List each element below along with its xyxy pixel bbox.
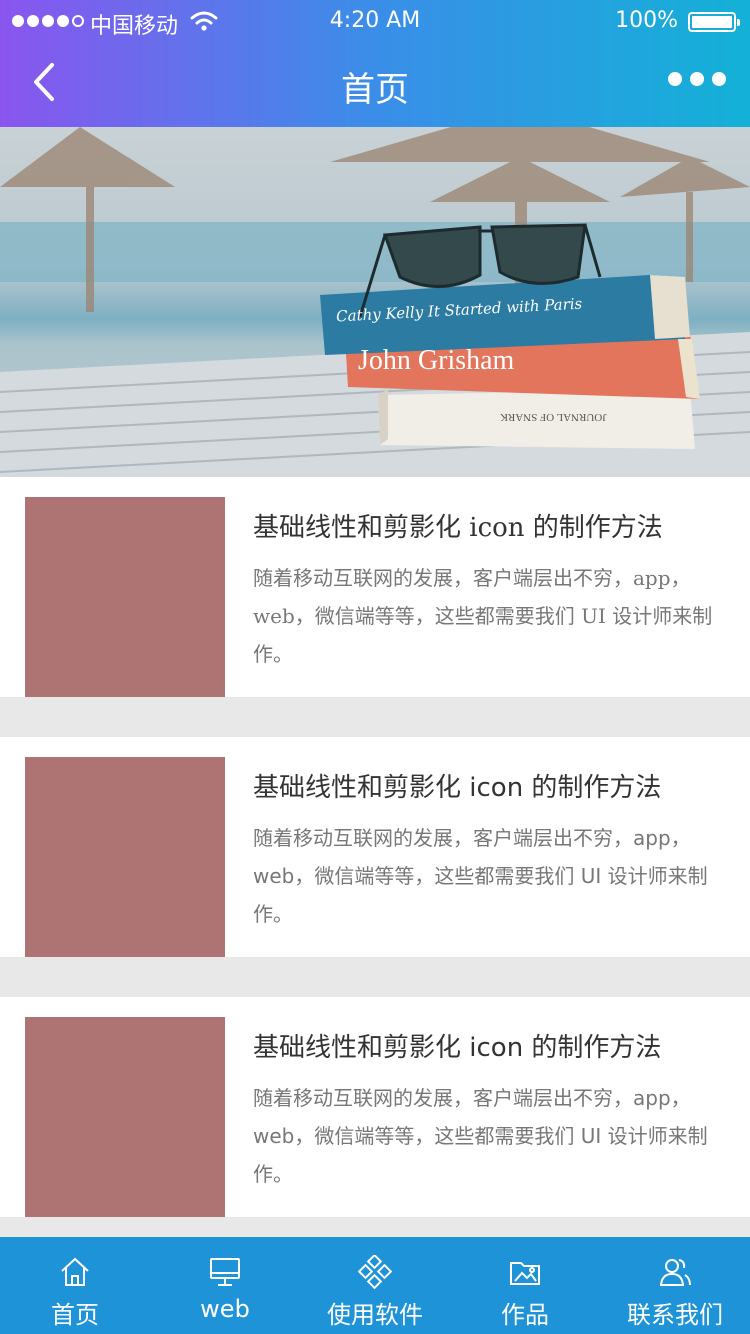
tab-label: web: [200, 1295, 250, 1323]
tab-bar: 首页 web 使用软件 作品 联系我们: [0, 1237, 750, 1334]
tab-home[interactable]: 首页: [0, 1237, 150, 1334]
users-icon: [659, 1259, 691, 1286]
tab-contact[interactable]: 联系我们: [600, 1237, 750, 1334]
tab-label: 使用软件: [327, 1301, 423, 1329]
list-item[interactable]: 基础线性和剪影化 icon 的制作方法 随着移动互联网的发展，客户端层出不穷，a…: [0, 997, 750, 1217]
home-icon: [61, 1257, 89, 1286]
article-description: 随着移动互联网的发展，客户端层出不穷，app，web，微信端等等，这些都需要我们…: [253, 826, 708, 926]
tab-web[interactable]: web: [150, 1237, 300, 1334]
article-title[interactable]: 基础线性和剪影化 icon 的制作方法: [253, 1027, 733, 1064]
more-dots-icon[interactable]: [668, 72, 726, 86]
tab-software[interactable]: 使用软件: [300, 1237, 450, 1334]
battery-icon: [688, 12, 740, 32]
article-thumbnail[interactable]: [25, 1017, 225, 1217]
tab-label: 作品: [501, 1301, 549, 1329]
book-spine-bottom: JOURNAL OF SNARK: [500, 411, 607, 423]
tab-works[interactable]: 作品: [450, 1237, 600, 1334]
monitor-icon: [210, 1258, 240, 1286]
folder-image-icon: [510, 1262, 540, 1285]
nav-bar: 首页: [0, 44, 750, 127]
page-title: 首页: [341, 70, 409, 110]
tab-label: 首页: [51, 1301, 99, 1329]
apps-grid-icon: [358, 1255, 392, 1289]
article-title[interactable]: 基础线性和剪影化 icon 的制作方法: [253, 767, 733, 804]
article-thumbnail[interactable]: [25, 497, 225, 697]
article-description: 随着移动互联网的发展，客户端层出不穷，app，web，微信端等等，这些都需要我们…: [253, 1086, 708, 1186]
app-header: 中国移动 4:20 AM 100% 首页: [0, 0, 750, 127]
list-item[interactable]: 基础线性和剪影化 icon 的制作方法 随着移动互联网的发展，客户端层出不穷，a…: [0, 737, 750, 957]
book-spine-middle: John Grisham: [358, 345, 515, 376]
hero-banner-image[interactable]: Cathy Kelly It Started with Paris John G…: [0, 127, 750, 477]
article-title[interactable]: 基础线性和剪影化 icon 的制作方法: [253, 507, 733, 544]
article-thumbnail[interactable]: [25, 757, 225, 957]
hero-illustration: [0, 127, 750, 477]
status-bar: 中国移动 4:20 AM 100%: [0, 0, 750, 44]
tab-label: 联系我们: [627, 1301, 723, 1329]
article-description: 随着移动互联网的发展，客户端层出不穷，app，web，微信端等等，这些都需要我们…: [253, 566, 713, 666]
list-item[interactable]: 基础线性和剪影化 icon 的制作方法 随着移动互联网的发展，客户端层出不穷，a…: [0, 477, 750, 697]
battery-percent: 100%: [615, 8, 678, 33]
